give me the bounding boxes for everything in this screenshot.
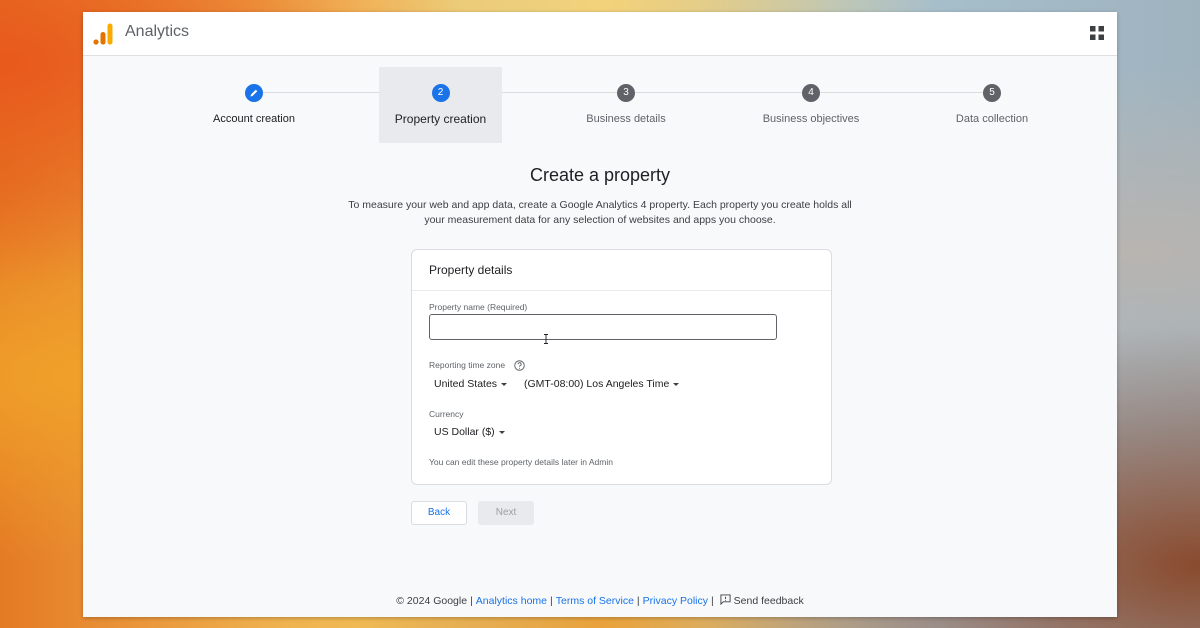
step-label: Business objectives	[762, 113, 860, 125]
help-icon[interactable]	[514, 360, 525, 371]
step-business-details[interactable]: 3 Business details	[564, 67, 688, 143]
send-feedback-link[interactable]: Send feedback	[720, 594, 804, 607]
step-data-collection[interactable]: 5 Data collection	[930, 67, 1054, 143]
privacy-policy-link[interactable]: Privacy Policy	[643, 595, 708, 607]
edit-hint: You can edit these property details late…	[429, 457, 613, 467]
footer-separator: |	[550, 595, 553, 607]
timezone-value: (GMT-08:00) Los Angeles Time	[524, 378, 670, 390]
step-number: 2	[431, 84, 450, 102]
back-button[interactable]: Back	[411, 501, 467, 525]
setup-stepper: Account creation 2 Property creation 3 B…	[83, 67, 1117, 147]
timezone-label: Reporting time zone	[429, 360, 506, 370]
currency-dropdown[interactable]: US Dollar ($)	[434, 426, 505, 438]
text-cursor-icon	[544, 334, 548, 344]
property-details-card: Property details Property name (Required…	[411, 249, 832, 485]
card-header: Property details	[412, 250, 831, 291]
step-number: 3	[617, 84, 635, 102]
card-title: Property details	[429, 263, 513, 277]
next-button[interactable]: Next	[478, 501, 534, 525]
timezone-dropdown[interactable]: (GMT-08:00) Los Angeles Time	[524, 378, 680, 390]
page-description: To measure your web and app data, create…	[348, 199, 852, 226]
footer-separator: |	[636, 595, 640, 607]
step-label: Account creation	[213, 113, 295, 125]
step-number: 4	[802, 84, 820, 102]
step-business-objectives[interactable]: 4 Business objectives	[749, 67, 873, 143]
chevron-down-icon	[498, 430, 505, 434]
step-completed-marker	[245, 84, 263, 102]
step-label: Data collection	[955, 113, 1029, 125]
step-label: Business details	[586, 113, 666, 125]
top-bar: Analytics	[83, 12, 1117, 56]
chevron-down-icon	[501, 382, 508, 386]
property-name-input[interactable]	[429, 314, 777, 340]
country-value: United States	[434, 378, 498, 390]
analytics-window: Analytics Account creation 2 Property cr…	[83, 12, 1117, 617]
chevron-down-icon	[673, 382, 680, 386]
send-feedback-label: Send feedback	[733, 595, 804, 607]
step-account-creation[interactable]: Account creation	[192, 67, 316, 143]
pencil-icon	[250, 89, 258, 97]
analytics-home-link[interactable]: Analytics home	[476, 595, 547, 607]
step-number: 5	[983, 84, 1001, 102]
currency-value: US Dollar ($)	[434, 426, 495, 438]
step-property-creation[interactable]: 2 Property creation	[379, 67, 502, 143]
copyright-text: © 2024 Google	[396, 595, 468, 607]
analytics-logo-icon[interactable]	[93, 23, 113, 45]
apps-grid-icon[interactable]	[1090, 26, 1104, 40]
country-dropdown[interactable]: United States	[434, 378, 508, 390]
step-label: Property creation	[394, 112, 487, 126]
property-name-label: Property name (Required)	[429, 302, 528, 312]
footer-separator: |	[470, 595, 473, 607]
feedback-icon	[720, 594, 731, 605]
page-title: Create a property	[529, 165, 671, 185]
currency-label: Currency	[429, 409, 464, 419]
terms-of-service-link[interactable]: Terms of Service	[556, 595, 634, 607]
app-title: Analytics	[125, 23, 190, 40]
footer-separator: |	[711, 595, 714, 607]
footer: © 2024 Google | Analytics home | Terms of Se…	[83, 594, 1117, 607]
